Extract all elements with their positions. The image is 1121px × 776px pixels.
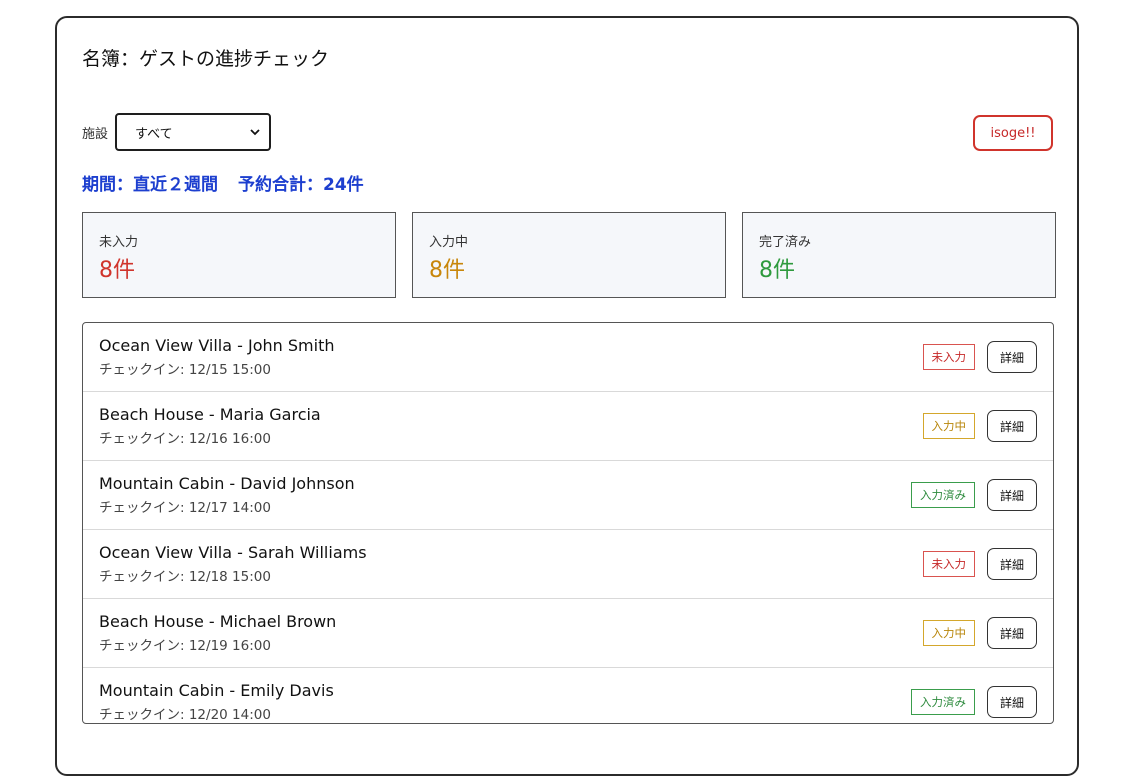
stat-value: 8件 [99, 258, 135, 283]
stat-value: 8件 [759, 258, 795, 283]
list-item: Mountain Cabin - David Johnson チェックイン: 1… [83, 461, 1053, 530]
page-title: 名簿：ゲストの進捗チェック [82, 48, 330, 70]
stat-in-progress: 入力中 8件 [412, 212, 726, 298]
status-badge: 入力中 [922, 413, 975, 439]
reservation-list[interactable]: Ocean View Villa - John Smith チェックイン: 12… [82, 322, 1054, 724]
checkin-time: チェックイン: 12/18 15:00 [99, 569, 271, 585]
status-badge: 入力済み [911, 482, 975, 508]
detail-button[interactable]: 詳細 [987, 479, 1037, 511]
list-item: Ocean View Villa - John Smith チェックイン: 12… [83, 323, 1053, 392]
checkin-time: チェックイン: 12/19 16:00 [99, 638, 271, 654]
status-stats: 未入力 8件 入力中 8件 完了済み 8件 [82, 212, 1056, 298]
period-summary: 期間：直近２週間 予約合計：24件 [82, 170, 364, 195]
status-badge: 入力中 [922, 620, 975, 646]
list-item: Beach House - Maria Garcia チェックイン: 12/16… [83, 392, 1053, 461]
detail-button[interactable]: 詳細 [987, 341, 1037, 373]
facility-select-value: すべて [135, 126, 173, 142]
status-badge: 未入力 [922, 551, 975, 577]
guest-name: Ocean View Villa - Sarah Williams [99, 543, 367, 562]
isoge-button[interactable]: isoge!! [973, 115, 1053, 151]
checkin-time: チェックイン: 12/16 16:00 [99, 431, 271, 447]
stat-value: 8件 [429, 258, 465, 283]
period-range: 期間：直近２週間 [82, 175, 218, 195]
checkin-time: チェックイン: 12/17 14:00 [99, 500, 271, 516]
chevron-down-icon [250, 129, 260, 136]
guest-name: Ocean View Villa - John Smith [99, 336, 335, 355]
guest-name: Mountain Cabin - Emily Davis [99, 681, 334, 700]
status-badge: 入力済み [911, 689, 975, 715]
stat-completed: 完了済み 8件 [742, 212, 1056, 298]
detail-button[interactable]: 詳細 [987, 686, 1037, 718]
stat-label: 完了済み [759, 235, 812, 250]
guest-name: Beach House - Maria Garcia [99, 405, 321, 424]
list-item: Mountain Cabin - Emily Davis チェックイン: 12/… [83, 668, 1053, 723]
detail-button[interactable]: 詳細 [987, 617, 1037, 649]
checkin-time: チェックイン: 12/15 15:00 [99, 362, 271, 378]
guest-name: Beach House - Michael Brown [99, 612, 337, 631]
facility-select[interactable]: すべて [115, 113, 272, 151]
status-badge: 未入力 [922, 344, 975, 370]
checkin-time: チェックイン: 12/20 14:00 [99, 707, 271, 723]
list-item: Ocean View Villa - Sarah Williams チェックイン… [83, 530, 1053, 599]
stat-label: 入力中 [429, 235, 469, 250]
stat-not-entered: 未入力 8件 [82, 212, 396, 298]
guest-progress-card: 名簿：ゲストの進捗チェック 施設 すべて isoge!! 期間：直近２週間 予約合… [55, 16, 1079, 776]
facility-filter-label: 施設 [82, 126, 109, 142]
list-item: Beach House - Michael Brown チェックイン: 12/1… [83, 599, 1053, 668]
guest-name: Mountain Cabin - David Johnson [99, 474, 355, 493]
detail-button[interactable]: 詳細 [987, 410, 1037, 442]
detail-button[interactable]: 詳細 [987, 548, 1037, 580]
stat-label: 未入力 [99, 235, 139, 250]
facility-filter: 施設 すべて [82, 113, 272, 151]
reservation-total: 予約合計：24件 [238, 175, 364, 195]
